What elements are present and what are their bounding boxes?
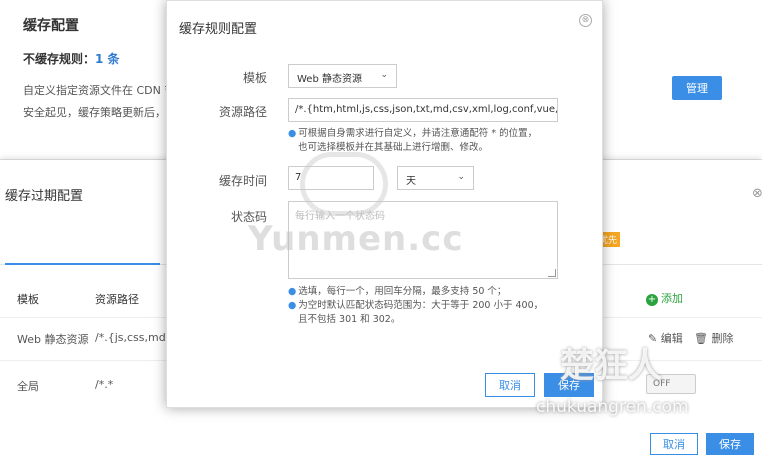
status-hint-line-2: 为空时默认匹配状态码范围为：大于等于 200 小于 400， xyxy=(298,300,544,311)
delete-label: 删除 xyxy=(711,332,734,345)
yunmen-watermark: Yunmen.cc xyxy=(248,219,464,259)
status-hint-line-3: 且不包括 301 和 302。 xyxy=(298,314,401,325)
modal-cancel-button[interactable]: 取消 xyxy=(485,373,535,397)
delete-button[interactable]: 🗑 删除 xyxy=(694,330,733,346)
path-hint: ● 可根据自身需求进行自定义，并请注意通配符 * 的位置， 也可选择模板并在其基础… xyxy=(288,127,537,155)
plus-icon: + xyxy=(646,294,658,306)
time-unit-select[interactable]: 天 ⌄ xyxy=(397,166,474,190)
drawer-save-button[interactable]: 保存 xyxy=(706,433,754,455)
chevron-down-icon: ⌄ xyxy=(457,172,465,182)
trash-icon: 🗑 xyxy=(694,332,708,345)
drawer-title: 缓存过期配置 xyxy=(5,189,84,204)
nocache-label: 不缓存规则： xyxy=(23,52,96,66)
info-bullet-icon: ● xyxy=(288,286,297,297)
close-icon[interactable]: ⊗ xyxy=(579,14,592,27)
edit-label: 编辑 xyxy=(660,332,683,345)
template-selected-value: Web 静态资源 xyxy=(297,74,362,85)
template-label: 模板 xyxy=(242,71,267,85)
template-select[interactable]: Web 静态资源 ⌄ xyxy=(288,64,397,88)
cache-config-title: 缓存配置 xyxy=(23,18,79,34)
manage-button[interactable]: 管理 xyxy=(672,76,722,100)
cloud-watermark-logo xyxy=(300,152,388,216)
status-hint-line-1: 选填，每行一个，用回车分隔，最多支持 50 个； xyxy=(298,286,507,297)
config-description-1: 自定义指定资源文件在 CDN 节 xyxy=(23,84,176,97)
config-description-2: 安全起见，缓存策略更新后， xyxy=(23,106,166,119)
cache-time-label: 缓存时间 xyxy=(218,174,267,188)
info-bullet-icon: ● xyxy=(288,128,297,139)
column-header-path: 资源路径 xyxy=(95,293,139,306)
cache-rule-modal: 缓存规则配置 ⊗ 模板 Web 静态资源 ⌄ 资源路径 /*.{htm,html… xyxy=(166,0,603,408)
drawer-cancel-button[interactable]: 取消 xyxy=(650,433,698,455)
chevron-down-icon: ⌄ xyxy=(380,70,388,80)
row2-path: /*.* xyxy=(95,378,114,391)
add-rule-button[interactable]: + 添加 xyxy=(646,290,683,306)
nocache-count: 1 条 xyxy=(95,52,120,66)
column-header-template: 模板 xyxy=(17,293,39,306)
row1-template: Web 静态资源 xyxy=(17,333,89,346)
info-bullet-icon: ● xyxy=(288,300,297,311)
path-label: 资源路径 xyxy=(218,105,267,119)
resize-handle-icon[interactable] xyxy=(548,269,556,277)
modal-title: 缓存规则配置 xyxy=(179,22,258,37)
path-hint-line-1: 可根据自身需求进行自定义，并请注意通配符 * 的位置， xyxy=(298,128,538,139)
site-watermark: chukuangren.com xyxy=(536,397,689,417)
drawer-close-icon[interactable]: ⊗ xyxy=(752,186,762,201)
add-label: 添加 xyxy=(661,292,683,305)
status-hint: ● 选填，每行一个，用回车分隔，最多支持 50 个； ● 为空时默认匹配状态码范围为… xyxy=(288,285,543,327)
path-input[interactable]: /*.{htm,html,js,css,json,txt,md,csv,xml,… xyxy=(288,98,558,122)
row2-template: 全局 xyxy=(17,380,39,393)
nocache-rules: 不缓存规则：1 条 xyxy=(23,50,120,67)
active-tab-indicator xyxy=(5,263,160,265)
chukuangren-watermark: 楚狂人 xyxy=(560,346,662,386)
time-unit-value: 天 xyxy=(406,176,416,187)
